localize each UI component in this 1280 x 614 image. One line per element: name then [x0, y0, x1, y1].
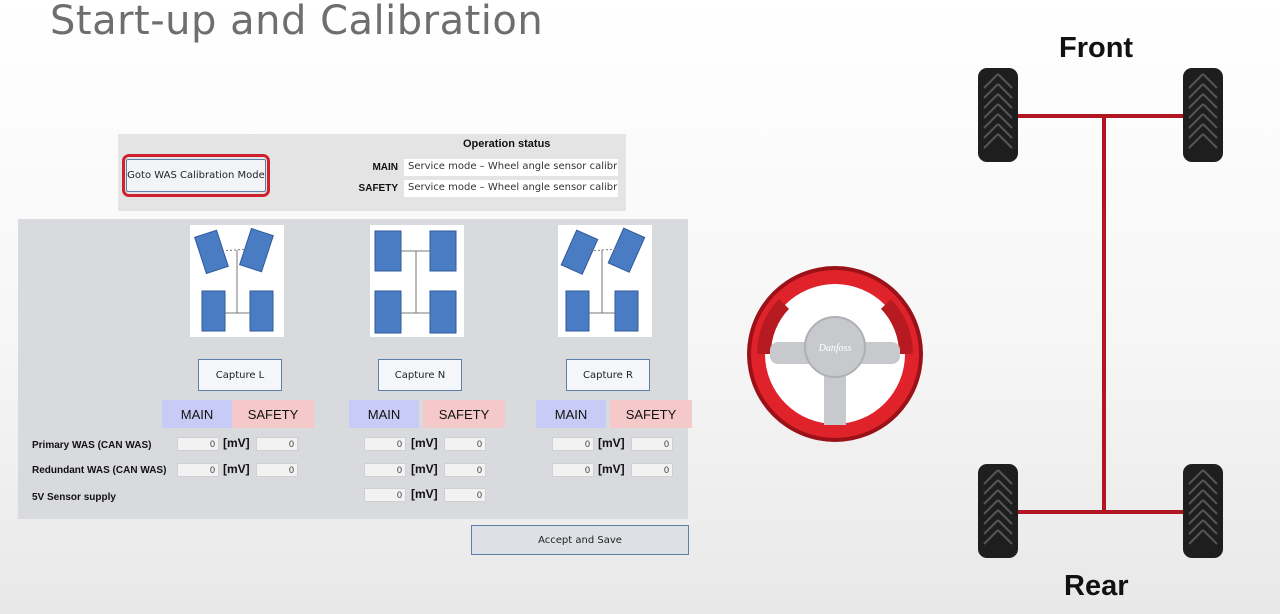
- wheels-straight-icon: [374, 230, 457, 334]
- status-value-main: Service mode – Wheel angle sensor calibr…: [404, 159, 618, 176]
- redundant-main-neutral-field[interactable]: 0: [364, 463, 406, 477]
- primary-main-left-field[interactable]: 0: [177, 437, 219, 451]
- capture-left-button[interactable]: Capture L: [198, 359, 282, 391]
- calibration-panel: Capture L MAIN SAFETY Capture N MAIN SAF…: [18, 219, 692, 519]
- car-diagram-right: [558, 225, 652, 337]
- main-header-right: MAIN: [536, 400, 606, 428]
- capture-right-button[interactable]: Capture R: [566, 359, 650, 391]
- chassis-diagram: [970, 60, 1235, 570]
- tire-icon: [978, 68, 1223, 558]
- goto-was-calibration-button[interactable]: Goto WAS Calibration Mode: [126, 159, 266, 192]
- unit-label: [mV]: [598, 462, 625, 476]
- supply-safety-neutral-field[interactable]: 0: [444, 488, 486, 502]
- primary-main-neutral-field[interactable]: 0: [364, 437, 406, 451]
- unit-label: [mV]: [223, 436, 250, 450]
- unit-label: [mV]: [411, 462, 438, 476]
- rear-label: Rear: [1064, 570, 1129, 602]
- status-label-main: MAIN: [372, 162, 398, 173]
- unit-label: [mV]: [223, 462, 250, 476]
- primary-main-right-field[interactable]: 0: [552, 437, 594, 451]
- chassis-icon: [978, 68, 1223, 558]
- primary-safety-right-field[interactable]: 0: [631, 437, 673, 451]
- main-header-neutral: MAIN: [349, 400, 419, 428]
- slide-title: Start-up and Calibration: [50, 0, 544, 44]
- safety-header-right: SAFETY: [610, 400, 692, 428]
- primary-safety-left-field[interactable]: 0: [256, 437, 298, 451]
- row-label-primary-was: Primary WAS (CAN WAS): [32, 440, 152, 451]
- redundant-main-right-field[interactable]: 0: [552, 463, 594, 477]
- supply-main-neutral-field[interactable]: 0: [364, 488, 406, 502]
- primary-safety-neutral-field[interactable]: 0: [444, 437, 486, 451]
- main-header-left: MAIN: [162, 400, 232, 428]
- capture-neutral-button[interactable]: Capture N: [378, 359, 462, 391]
- wheels-turned-left-icon: [194, 227, 274, 332]
- status-row-main: MAIN Service mode – Wheel angle sensor c…: [348, 159, 618, 176]
- status-label-safety: SAFETY: [358, 183, 398, 194]
- safety-header-left: SAFETY: [232, 400, 314, 428]
- unit-label: [mV]: [598, 436, 625, 450]
- redundant-safety-left-field[interactable]: 0: [256, 463, 298, 477]
- operation-status-panel: Goto WAS Calibration Mode Operation stat…: [118, 134, 626, 211]
- status-row-safety: SAFETY Service mode – Wheel angle sensor…: [348, 180, 618, 197]
- redundant-safety-neutral-field[interactable]: 0: [444, 463, 486, 477]
- redundant-safety-right-field[interactable]: 0: [631, 463, 673, 477]
- steering-wheel-icon: Danfoss: [747, 266, 923, 442]
- row-label-5v-supply: 5V Sensor supply: [32, 492, 116, 503]
- operation-status-heading: Operation status: [463, 138, 551, 150]
- redundant-main-left-field[interactable]: 0: [177, 463, 219, 477]
- status-value-safety: Service mode – Wheel angle sensor calibr…: [404, 180, 618, 197]
- car-diagram-neutral: [370, 225, 464, 337]
- wheels-turned-right-icon: [560, 227, 646, 332]
- safety-header-neutral: SAFETY: [423, 400, 505, 428]
- accept-and-save-button[interactable]: Accept and Save: [471, 525, 689, 555]
- steering-wheel: Danfoss: [744, 263, 926, 445]
- row-label-redundant-was: Redundant WAS (CAN WAS): [32, 465, 167, 476]
- car-diagram-left: [190, 225, 284, 337]
- danfoss-logo: Danfoss: [818, 343, 852, 354]
- unit-label: [mV]: [411, 436, 438, 450]
- unit-label: [mV]: [411, 487, 438, 501]
